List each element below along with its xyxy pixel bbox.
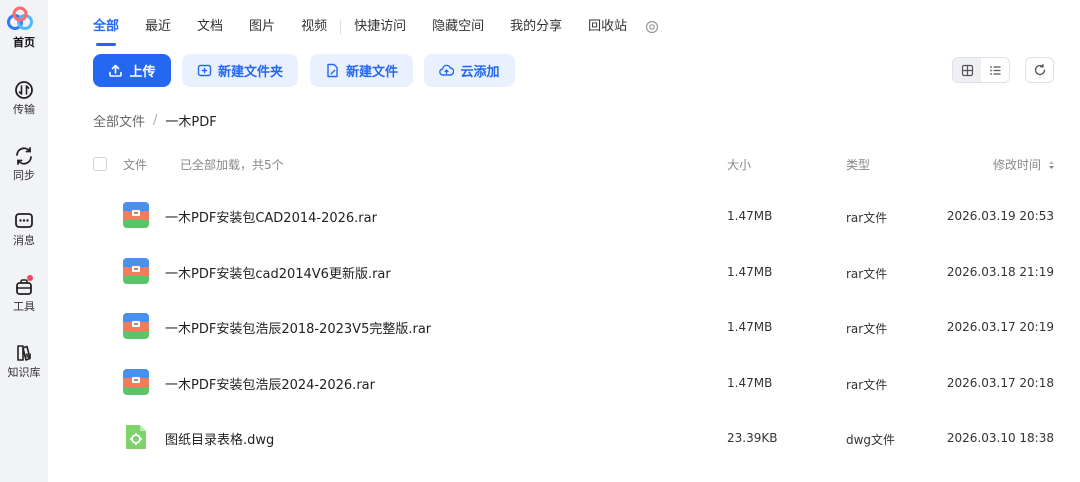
file-type: rar文件 [846, 267, 888, 281]
sidebar-item-knowledge-base[interactable]: AI 知识库 [0, 342, 48, 380]
upload-label: 上传 [129, 65, 156, 80]
rar-archive-icon [123, 258, 149, 284]
sync-icon [16, 147, 32, 165]
new-file-button[interactable]: 新建文件 [310, 54, 413, 87]
breadcrumb-separator: / [153, 113, 158, 128]
column-header-type[interactable]: 类型 [846, 156, 870, 173]
list-view-button[interactable] [981, 58, 1009, 82]
rar-archive-icon [123, 202, 149, 228]
file-type: dwg文件 [846, 433, 896, 447]
file-size: 1.47MB [727, 265, 773, 279]
message-icon [15, 213, 33, 228]
tab-settings-icon[interactable] [645, 20, 659, 34]
sidebar: 首页 传输 同步 消息 工具 AI 知识库 [0, 0, 48, 482]
sidebar-item-sync[interactable]: 同步 [0, 145, 48, 183]
file-name[interactable]: 一木PDF安装包CAD2014-2026.rar [165, 207, 377, 226]
upload-button[interactable]: 上传 [93, 54, 171, 87]
file-size: 23.39KB [727, 431, 778, 445]
file-modified: 2026.03.18 21:19 [946, 265, 1054, 279]
tab-documents[interactable]: 文档 [197, 17, 223, 37]
sidebar-item-message[interactable]: 消息 [0, 210, 48, 248]
sidebar-item-label: 工具 [13, 300, 35, 313]
table-row[interactable]: 一木PDF安装包cad2014V6更新版.rar 1.47MB rar文件 20… [86, 247, 1066, 297]
breadcrumb: 全部文件 / 一木PDF [93, 111, 217, 130]
column-header-modified[interactable]: 修改时间 [993, 156, 1055, 173]
notification-dot [27, 275, 33, 281]
file-name[interactable]: 一木PDF安装包浩辰2024-2026.rar [165, 374, 375, 393]
sidebar-item-label: 传输 [13, 103, 35, 116]
refresh-button[interactable] [1025, 57, 1054, 83]
cloud-add-label: 云添加 [460, 65, 500, 80]
transfer-icon [15, 81, 33, 99]
file-size: 1.47MB [727, 376, 773, 390]
upload-icon [109, 64, 123, 77]
load-status: 已全部加载，共5个 [180, 158, 284, 172]
view-mode-toggle [952, 57, 1010, 83]
sidebar-item-label: 知识库 [7, 366, 41, 379]
file-size: 1.47MB [727, 320, 773, 334]
knowledge-base-icon: AI [17, 345, 32, 361]
new-file-icon [327, 63, 338, 78]
tab-hidden-space[interactable]: 隐藏空间 [432, 17, 484, 37]
new-folder-button[interactable]: 新建文件夹 [182, 54, 298, 87]
list-icon [989, 65, 1000, 75]
file-modified: 2026.03.10 18:38 [946, 431, 1054, 445]
svg-text:AI: AI [25, 353, 32, 360]
category-tabs: 全部 最近 文档 图片 视频 快捷访问 隐藏空间 我的分享 回收站 [93, 15, 659, 46]
table-row[interactable]: 图纸目录表格.dwg 23.39KB dwg文件 2026.03.10 18:3… [86, 413, 1066, 463]
tab-recycle-bin[interactable]: 回收站 [588, 17, 627, 37]
tab-divider [340, 20, 342, 34]
sidebar-item-label: 消息 [13, 234, 35, 247]
tab-recent[interactable]: 最近 [145, 17, 171, 37]
file-modified: 2026.03.19 20:53 [946, 209, 1054, 223]
dwg-file-icon [126, 425, 146, 449]
sort-icon [1048, 161, 1054, 169]
tab-all[interactable]: 全部 [93, 17, 119, 46]
tab-my-shares[interactable]: 我的分享 [510, 17, 562, 37]
grid-icon [961, 64, 973, 76]
rar-archive-icon [123, 313, 149, 339]
baidu-netdisk-logo-icon [7, 6, 33, 30]
sidebar-item-label: 同步 [13, 169, 35, 182]
tab-quick-access[interactable]: 快捷访问 [354, 17, 406, 37]
table-row[interactable]: 一木PDF安装包浩辰2018-2023V5完整版.rar 1.47MB rar文… [86, 302, 1066, 352]
file-name[interactable]: 一木PDF安装包cad2014V6更新版.rar [165, 263, 391, 282]
file-type: rar文件 [846, 322, 888, 336]
file-type: rar文件 [846, 378, 888, 392]
table-row[interactable]: 一木PDF安装包CAD2014-2026.rar 1.47MB rar文件 20… [86, 191, 1066, 241]
column-header-modified-label: 修改时间 [993, 158, 1042, 172]
breadcrumb-root[interactable]: 全部文件 [93, 111, 145, 130]
refresh-icon [1034, 63, 1045, 76]
tab-images[interactable]: 图片 [249, 17, 275, 37]
new-folder-label: 新建文件夹 [217, 65, 283, 80]
grid-view-button[interactable] [953, 58, 981, 82]
sidebar-item-transfer[interactable]: 传输 [0, 79, 48, 117]
breadcrumb-current: 一木PDF [165, 115, 217, 130]
tab-videos[interactable]: 视频 [301, 17, 327, 37]
file-name[interactable]: 图纸目录表格.dwg [165, 429, 274, 448]
file-modified: 2026.03.17 20:19 [946, 320, 1054, 334]
file-modified: 2026.03.17 20:18 [946, 376, 1054, 390]
cloud-upload-icon [439, 64, 455, 76]
column-header-size[interactable]: 大小 [727, 156, 751, 173]
sidebar-item-home[interactable]: 首页 [0, 34, 48, 50]
column-header-file[interactable]: 文件 [123, 156, 147, 173]
sidebar-item-label: 首页 [13, 36, 35, 49]
rar-archive-icon [123, 369, 149, 395]
file-name[interactable]: 一木PDF安装包浩辰2018-2023V5完整版.rar [165, 318, 431, 337]
file-type: rar文件 [846, 211, 888, 225]
new-file-label: 新建文件 [345, 65, 398, 80]
cloud-add-button[interactable]: 云添加 [424, 54, 515, 87]
file-size: 1.47MB [727, 209, 773, 223]
table-row[interactable]: 一木PDF安装包浩辰2024-2026.rar 1.47MB rar文件 202… [86, 358, 1066, 408]
sidebar-item-tools[interactable]: 工具 [0, 275, 48, 314]
new-folder-icon [197, 64, 212, 77]
select-all-checkbox[interactable] [93, 157, 107, 171]
